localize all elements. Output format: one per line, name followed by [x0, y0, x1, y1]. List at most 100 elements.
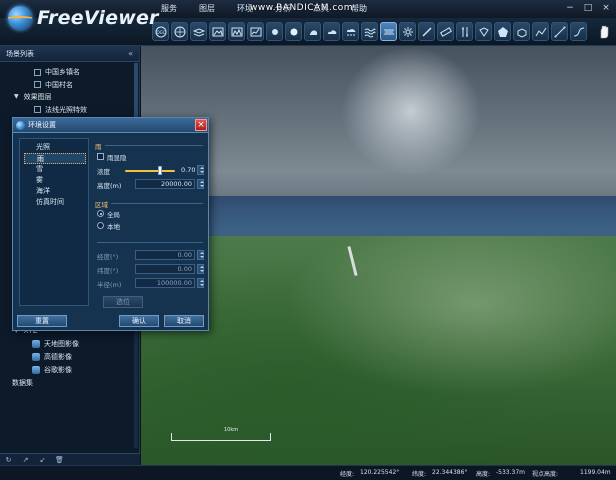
ruler-tool-button[interactable] — [437, 22, 454, 41]
ok-button[interactable]: 确认 — [119, 315, 159, 327]
rain-visible-checkbox[interactable] — [97, 153, 104, 160]
height-input[interactable]: 20000.00 — [135, 179, 195, 189]
sun-tool-button[interactable] — [285, 22, 302, 41]
tree-item-google[interactable]: 谷歌影像 — [32, 364, 72, 377]
tree-item-gaode[interactable]: 高德影像 — [32, 351, 72, 364]
moon-icon — [309, 29, 317, 35]
density-slider-track[interactable] — [125, 170, 175, 172]
region-local-radio[interactable] — [97, 222, 104, 229]
layer-tool-button[interactable] — [190, 22, 207, 41]
env-item-fog[interactable]: 雾 — [24, 175, 86, 186]
delete-icon[interactable]: 🗑 — [55, 456, 64, 465]
refresh-icon[interactable]: ↻ — [4, 456, 13, 465]
latitude-spinner[interactable] — [197, 264, 204, 274]
height-label: 高度(m) — [97, 182, 122, 190]
path-icon — [573, 27, 584, 36]
fog-tool-button[interactable] — [380, 22, 397, 41]
env-item-lighting[interactable]: 光照 — [24, 142, 86, 153]
collapse-all-icon[interactable]: ↙ — [38, 456, 47, 465]
minimize-button[interactable]: − — [564, 2, 576, 14]
freeviewer-app: FreeViewer 服务 图层 环境 分析 工具 帮助 www.BANDICA… — [0, 0, 616, 480]
panel-title: 场景列表 — [6, 50, 34, 58]
dialog-titlebar[interactable]: 环境设置 × — [13, 118, 208, 133]
measure-tool-button[interactable] — [418, 22, 435, 41]
env-item-ocean[interactable]: 海洋 — [24, 186, 86, 197]
region-global-radio[interactable] — [97, 210, 104, 217]
chart-tool-button[interactable] — [247, 22, 264, 41]
tree-item-town-names[interactable]: 中国乡镇名 — [34, 66, 80, 79]
globe-tool-button[interactable] — [171, 22, 188, 41]
globe-icon — [16, 121, 25, 130]
tree-item-label: 数据集 — [12, 379, 33, 387]
volume-icon — [517, 27, 526, 38]
cloud-tool-button[interactable] — [323, 22, 340, 41]
sky-tool-button[interactable] — [266, 22, 283, 41]
rain-tool-button[interactable] — [342, 22, 359, 41]
reset-button[interactable]: 重置 — [17, 315, 67, 327]
tree-item-label: 效果图层 — [23, 93, 52, 101]
tree-item-effect-layers[interactable]: ▼ 效果图层 — [14, 91, 52, 104]
app-title: FreeViewer — [37, 7, 159, 29]
env-item-rain[interactable]: 雨 — [24, 153, 86, 164]
path-tool-button[interactable] — [570, 22, 587, 41]
longitude-input[interactable]: 0.00 — [135, 250, 195, 260]
terrain-icon — [231, 27, 242, 36]
line-tool-button[interactable] — [551, 22, 568, 41]
tree-item-label: 法线光照特效 — [45, 105, 87, 114]
env-item-sim-time[interactable]: 仿真时间 — [24, 197, 86, 208]
dialog-close-button[interactable]: × — [195, 119, 207, 131]
measure-icon — [421, 26, 432, 37]
scale-bar-label: 10km — [224, 427, 239, 433]
image-tool-button[interactable] — [209, 22, 226, 41]
moon-tool-button[interactable] — [304, 22, 321, 41]
region-section-label: 区域 — [95, 201, 108, 209]
rain-cloud — [341, 46, 481, 176]
gear-icon — [402, 26, 413, 37]
latitude-input[interactable]: 0.00 — [135, 264, 195, 274]
sky-icon — [271, 28, 278, 35]
close-window-button[interactable]: × — [600, 2, 612, 14]
area-tool-button[interactable] — [475, 22, 492, 41]
layer-checkbox[interactable] — [34, 106, 41, 114]
ocean-tool-button[interactable] — [361, 22, 378, 41]
layer-checkbox[interactable] — [34, 68, 41, 76]
menu-layer[interactable]: 图层 — [188, 0, 226, 18]
tree-item-label: 高德影像 — [44, 353, 72, 361]
rain-settings: 雨 雨显隐 浓度 0.70 高度(m) 20000.00 区域 全局 本地 经度… — [93, 138, 205, 308]
height-tool-button[interactable] — [456, 22, 473, 41]
globe-viewport[interactable]: 10km — [141, 46, 616, 465]
maximize-button[interactable]: □ — [582, 2, 594, 14]
tree-item-tianditu[interactable]: 天地图影像 — [32, 338, 79, 351]
cancel-button[interactable]: 取消 — [164, 315, 204, 327]
terrain-tool-button[interactable] — [228, 22, 245, 41]
layer-checkbox[interactable] — [34, 81, 41, 89]
height-icon — [461, 26, 468, 37]
line-icon — [554, 26, 565, 37]
hand-icon[interactable] — [598, 25, 610, 39]
tree-item-datasets[interactable]: 数据集 — [12, 377, 33, 390]
density-spinner[interactable] — [197, 165, 204, 175]
globe-icon — [174, 26, 185, 37]
radius-input[interactable]: 100000.00 — [135, 278, 195, 288]
expand-all-icon[interactable]: ↗ — [21, 456, 30, 465]
height-spinner[interactable] — [197, 179, 204, 189]
tree-item-normal-light[interactable]: 法线光照特效 — [34, 104, 87, 117]
status-bar: 经度: 120.225542° 纬度: 22.344386° 高度: -533.… — [0, 465, 616, 480]
elevation-value: -533.37m — [496, 469, 526, 476]
expand-triangle-icon[interactable]: ▼ — [14, 91, 19, 104]
tree-item-label: 谷歌影像 — [44, 366, 72, 374]
radius-spinner[interactable] — [197, 278, 204, 288]
sun-icon — [290, 28, 297, 35]
pick-location-button[interactable]: 选位 — [103, 296, 143, 308]
longitude-spinner[interactable] — [197, 250, 204, 260]
env-item-snow[interactable]: 雪 — [24, 164, 86, 175]
profile-tool-button[interactable] — [532, 22, 549, 41]
latitude-field-label: 纬度(°) — [97, 267, 119, 275]
gear-tool-button[interactable] — [399, 22, 416, 41]
density-slider-thumb[interactable] — [158, 166, 162, 175]
ocean-icon — [364, 28, 375, 37]
tree-item-village-names[interactable]: 中国村名 — [34, 79, 73, 92]
volume-tool-button[interactable] — [513, 22, 530, 41]
polygon-tool-button[interactable] — [494, 22, 511, 41]
collapse-icon[interactable]: « — [128, 46, 133, 62]
